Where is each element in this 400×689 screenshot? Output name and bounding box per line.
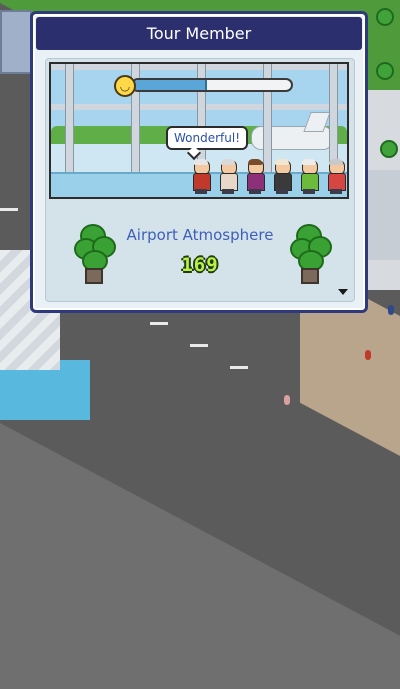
satisfaction-meter-fill (133, 80, 208, 90)
tour-member-sprite (326, 159, 346, 194)
visitor-sprite[interactable] (365, 350, 371, 360)
facility-name: Airport Atmosphere (126, 226, 274, 244)
visitor-sprite[interactable] (284, 395, 290, 405)
lane-marking (150, 322, 168, 325)
triangle-down-icon[interactable] (338, 289, 348, 295)
lane-marking (230, 366, 248, 369)
tree-icon (376, 62, 394, 80)
happy-face-icon: ◡ (114, 75, 136, 97)
dialog-title: Tour Member (36, 17, 362, 50)
tree-icon (380, 140, 398, 158)
satisfaction-meter (131, 78, 293, 92)
tour-member-sprite (272, 159, 292, 194)
tour-member-sprite (245, 159, 265, 194)
lane-marking (0, 208, 18, 211)
tour-member-sprite (191, 159, 211, 194)
tour-member-sprite (218, 159, 238, 194)
speech-bubble: Wonderful! (166, 126, 249, 150)
score-value: 169 (181, 254, 219, 276)
tree-icon (376, 8, 394, 26)
terminal-view-image: ◡ Wonderful! (49, 62, 349, 199)
visitor-sprite[interactable] (388, 305, 394, 315)
tour-member-sprite (299, 159, 319, 194)
tour-member-dialog[interactable]: Tour Member ◡ Wonderful! Airport Atmosph… (30, 11, 368, 313)
window-frame (65, 64, 74, 174)
lane-marking (190, 344, 208, 347)
city-building (0, 10, 32, 74)
dialog-content-panel[interactable]: ◡ Wonderful! Airport Atmosphere 169 (45, 58, 355, 302)
window-frame (329, 64, 338, 174)
